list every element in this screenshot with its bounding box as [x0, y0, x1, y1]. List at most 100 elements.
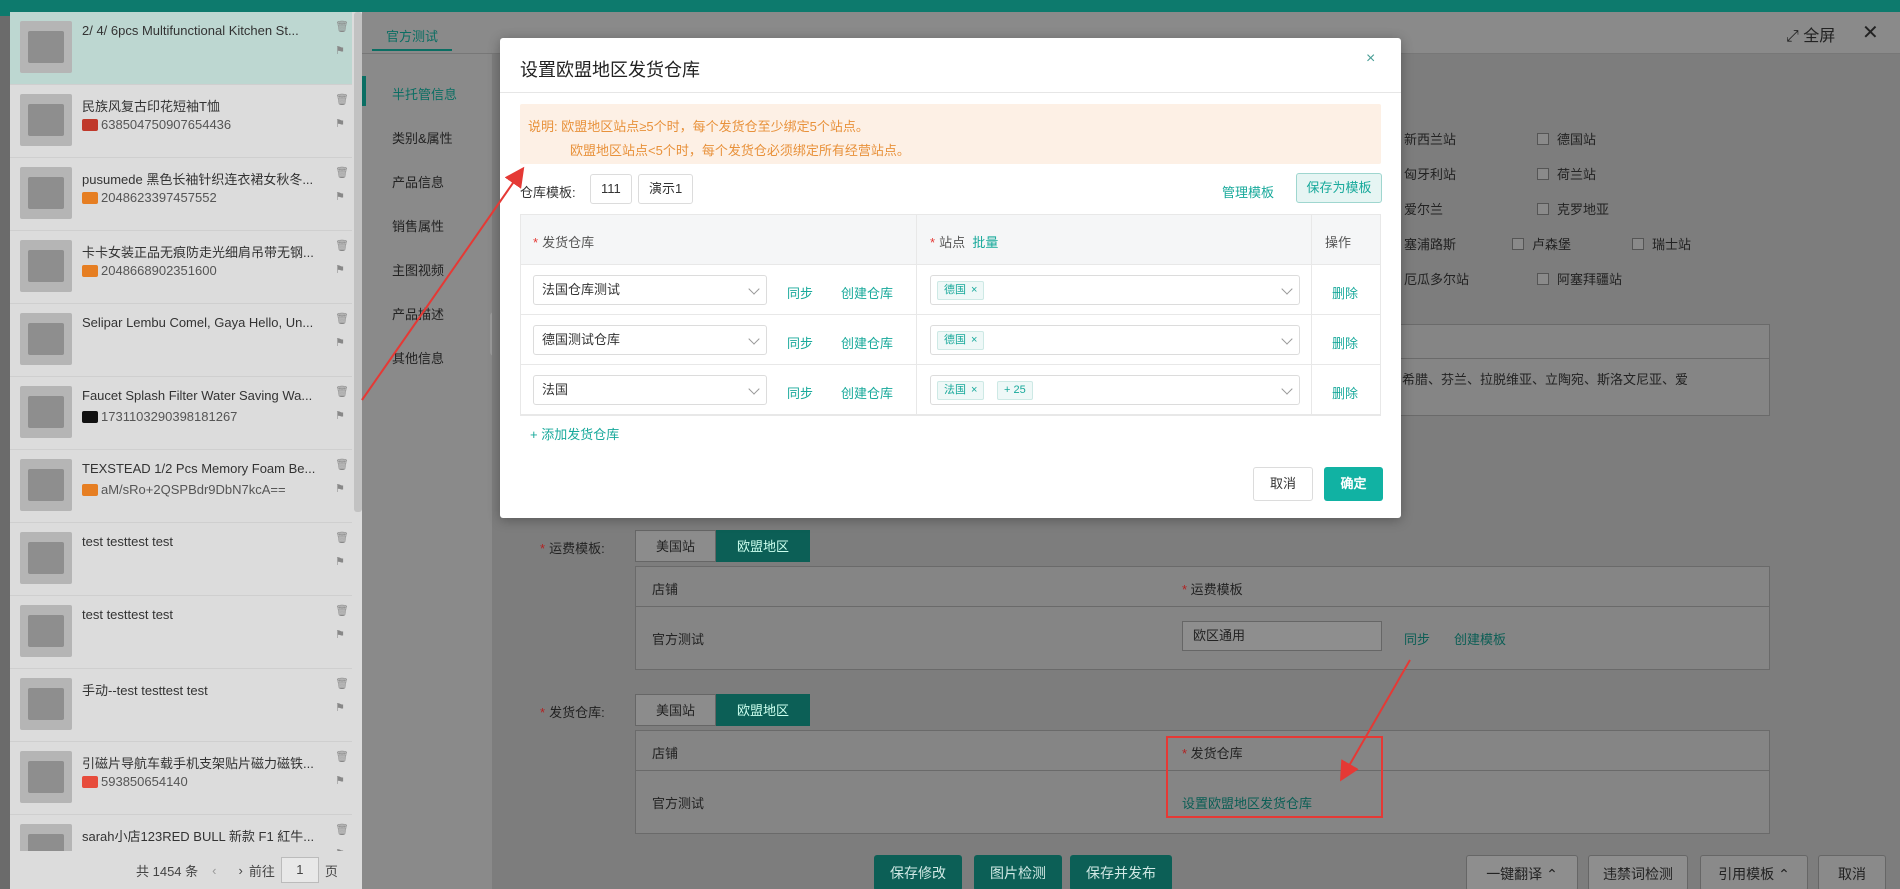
delete-link[interactable]: 删除 [1332, 383, 1358, 402]
warehouse-select[interactable]: 德国测试仓库 [533, 325, 767, 355]
checkbox[interactable] [1537, 132, 1549, 145]
flag-icon[interactable]: ⚑ [335, 190, 345, 203]
trash-icon[interactable]: 🗑 [335, 604, 349, 617]
ship-tpl-select[interactable]: 欧区通用 [1182, 621, 1382, 651]
trash-icon[interactable]: 🗑 [335, 385, 349, 398]
flag-icon[interactable]: ⚑ [335, 482, 345, 495]
sync-link[interactable]: 同步 [787, 333, 813, 352]
site-checkbox[interactable]: 克罗地亚 [1537, 199, 1609, 218]
trash-icon[interactable]: 🗑 [335, 458, 349, 471]
checkbox[interactable] [1632, 237, 1644, 250]
batch-link[interactable]: 批量 [972, 235, 998, 250]
flag-icon[interactable]: ⚑ [335, 774, 345, 787]
create-warehouse-link[interactable]: 创建仓库 [841, 283, 893, 302]
list-item[interactable]: 引磁片导航车载手机支架贴片磁力磁铁... 593850654140 🗑 ⚑ [10, 742, 352, 815]
fullscreen-button[interactable]: ⤢ 全屏 [1786, 22, 1835, 46]
add-warehouse-link[interactable]: + 添加发货仓库 [530, 424, 619, 443]
flag-icon[interactable]: ⚑ [335, 555, 345, 568]
save-publish-button[interactable]: 保存并发布 [1070, 855, 1172, 889]
sync-link[interactable]: 同步 [787, 283, 813, 302]
sync-link[interactable]: 同步 [787, 383, 813, 402]
site-checkbox[interactable]: 瑞士站 [1632, 234, 1691, 253]
close-icon[interactable]: × [971, 384, 977, 396]
cancel-button[interactable]: 取消 [1253, 467, 1313, 501]
flag-icon[interactable]: ⚑ [335, 628, 345, 641]
save-as-template-button[interactable]: 保存为模板 [1296, 173, 1382, 203]
pager-page-input[interactable]: 1 [280, 857, 319, 883]
trash-icon[interactable]: 🗑 [335, 531, 349, 544]
list-item[interactable]: 卡卡女装正品无痕防走光细肩吊带无钢... 2048668902351600 🗑 … [10, 231, 352, 304]
checkbox[interactable] [1537, 202, 1549, 215]
template-tag-demo1[interactable]: 演示1 [638, 174, 694, 204]
tab-official-test[interactable]: 官方测试 [372, 22, 453, 51]
close-icon[interactable]: × [971, 334, 977, 346]
trash-icon[interactable]: 🗑 [335, 750, 349, 763]
site-checkbox[interactable]: 德国站 [1537, 129, 1596, 148]
pager-prev-button[interactable]: ‹ [212, 863, 216, 878]
nav-item[interactable]: 产品描述 [392, 304, 444, 323]
translate-button[interactable]: 一键翻译 ⌃ [1466, 855, 1578, 889]
list-item[interactable]: Selipar Lembu Comel, Gaya Hello, Un... 🗑… [10, 304, 352, 377]
flag-icon[interactable]: ⚑ [335, 263, 345, 276]
close-icon[interactable]: × [1366, 50, 1375, 68]
site-multiselect[interactable]: 德国 × [930, 325, 1300, 355]
checkbox[interactable] [1537, 167, 1549, 180]
save-edit-button[interactable]: 保存修改 [874, 855, 962, 889]
checkbox[interactable] [1537, 272, 1549, 285]
site-multiselect[interactable]: 德国 × [930, 275, 1300, 305]
trash-icon[interactable]: 🗑 [335, 20, 349, 33]
checkbox[interactable] [1512, 237, 1524, 250]
flag-icon[interactable]: ⚑ [335, 336, 345, 349]
trash-icon[interactable]: 🗑 [335, 312, 349, 325]
warehouse-select[interactable]: 法国仓库测试 [533, 275, 767, 305]
create-warehouse-link[interactable]: 创建仓库 [841, 333, 893, 352]
nav-item[interactable]: 半托管信息 [392, 84, 457, 103]
create-warehouse-link[interactable]: 创建仓库 [841, 383, 893, 402]
trash-icon[interactable]: 🗑 [335, 166, 349, 179]
manage-template-link[interactable]: 管理模板 [1222, 182, 1274, 201]
nav-item[interactable]: 销售属性 [392, 216, 444, 235]
list-item[interactable]: 民族风复古印花短袖T恤 638504750907654436 🗑 ⚑ [10, 85, 352, 158]
site-checkbox[interactable]: 荷兰站 [1537, 164, 1596, 183]
site-checkbox[interactable]: 卢森堡 [1512, 234, 1571, 253]
close-icon[interactable]: × [971, 284, 977, 296]
nav-item[interactable]: 主图视频 [392, 260, 444, 279]
flag-icon[interactable]: ⚑ [335, 44, 345, 57]
flag-icon[interactable]: ⚑ [335, 117, 345, 130]
list-item[interactable]: 手动--test testtest test 🗑 ⚑ [10, 669, 352, 742]
confirm-button[interactable]: 确定 [1324, 467, 1383, 501]
ship-sync-link[interactable]: 同步 [1404, 629, 1430, 648]
delete-link[interactable]: 删除 [1332, 333, 1358, 352]
list-item[interactable]: test testtest test 🗑 ⚑ [10, 596, 352, 669]
image-check-button[interactable]: 图片检测 [974, 855, 1062, 889]
flag-icon[interactable]: ⚑ [335, 409, 345, 422]
pager-next-button[interactable]: › [239, 863, 243, 878]
flag-icon[interactable]: ⚑ [335, 701, 345, 714]
toggle-us-shipping[interactable]: 美国站 [635, 530, 717, 562]
nav-item[interactable]: 产品信息 [392, 172, 444, 191]
trash-icon[interactable]: 🗑 [335, 93, 349, 106]
list-scrollbar[interactable] [354, 12, 362, 512]
toggle-us-warehouse[interactable]: 美国站 [635, 694, 717, 726]
site-checkbox[interactable]: 阿塞拜疆站 [1537, 269, 1622, 288]
delete-link[interactable]: 删除 [1332, 283, 1358, 302]
use-template-button[interactable]: 引用模板 ⌃ [1700, 855, 1808, 889]
close-icon[interactable]: ✕ [1862, 20, 1879, 45]
nav-item[interactable]: 类别&属性 [392, 128, 453, 147]
nav-item[interactable]: 其他信息 [392, 348, 444, 367]
site-multiselect[interactable]: 法国 × + 25 [930, 375, 1300, 405]
toggle-eu-shipping[interactable]: 欧盟地区 [716, 530, 811, 562]
template-tag-111[interactable]: 111 [590, 174, 632, 204]
trash-icon[interactable]: 🗑 [335, 823, 349, 836]
ship-create-tpl-link[interactable]: 创建模板 [1454, 629, 1506, 648]
trash-icon[interactable]: 🗑 [335, 677, 349, 690]
trash-icon[interactable]: 🗑 [335, 239, 349, 252]
list-item[interactable]: pusumede 黑色长袖针织连衣裙女秋冬... 204862339745755… [10, 158, 352, 231]
toggle-eu-warehouse[interactable]: 欧盟地区 [716, 694, 811, 726]
list-item[interactable]: Faucet Splash Filter Water Saving Wa... … [10, 377, 352, 450]
list-item[interactable]: test testtest test 🗑 ⚑ [10, 523, 352, 596]
list-item[interactable]: TEXSTEAD 1/2 Pcs Memory Foam Be... aM/sR… [10, 450, 352, 523]
banned-words-check-button[interactable]: 违禁词检测 [1588, 855, 1688, 889]
list-item[interactable]: 2/ 4/ 6pcs Multifunctional Kitchen St...… [10, 12, 352, 85]
warehouse-select[interactable]: 法国 [533, 375, 767, 405]
